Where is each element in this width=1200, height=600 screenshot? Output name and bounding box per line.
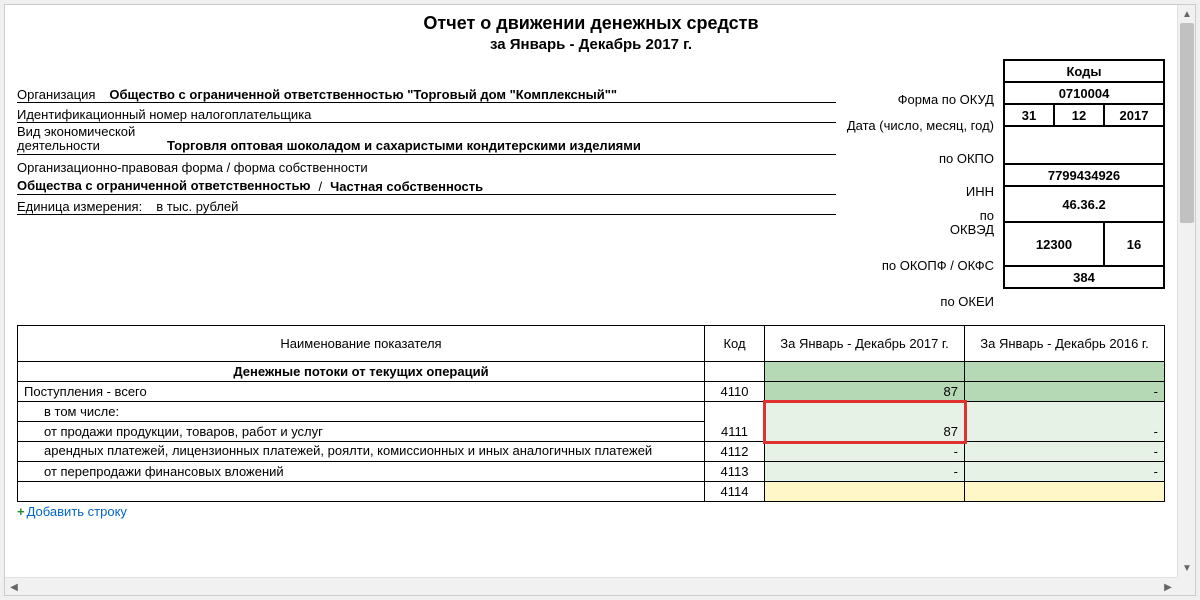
add-row-button[interactable]: +Добавить строку [17, 504, 1165, 519]
okfs-value: 16 [1104, 222, 1164, 266]
row-code: 4114 [705, 482, 765, 502]
table-row: арендных платежей, лицензионных платежей… [18, 442, 1165, 462]
col-name: Наименование показателя [18, 326, 705, 362]
inn-value: 7799434926 [1004, 164, 1164, 186]
row-name: в том числе: [18, 402, 705, 422]
unit-value: в тыс. рублей [156, 199, 238, 214]
date-day: 31 [1004, 104, 1054, 126]
codes-block: Форма по ОКУД Дата (число, месяц, год) п… [844, 59, 1165, 315]
vertical-scrollbar[interactable]: ▲ ▼ [1177, 5, 1195, 577]
plus-icon: + [17, 504, 25, 519]
col-code: Код [705, 326, 765, 362]
table-row: в том числе: 4111 87 - [18, 402, 1165, 422]
form-sep: / [311, 179, 331, 194]
scroll-down-icon[interactable]: ▼ [1178, 559, 1196, 577]
form-value-left: Общества с ограниченной ответственностью [17, 179, 311, 193]
inn-row-label: Идентификационный номер налогоплательщик… [17, 107, 325, 122]
date-year: 2017 [1104, 104, 1164, 126]
form-value-right: Частная собственность [330, 179, 483, 194]
inn-label: ИНН [846, 179, 995, 203]
document-content: Отчет о движении денежных средств за Янв… [5, 5, 1177, 577]
org-value: Общество с ограниченной ответственностью… [109, 87, 617, 102]
okud-value: 0710004 [1004, 82, 1164, 104]
section-row: Денежные потоки от текущих операций [18, 362, 1165, 382]
col-prev: За Январь - Декабрь 2016 г. [965, 326, 1165, 362]
okud-label: Форма по ОКУД [846, 87, 995, 111]
activity-value: Торговля оптовая шоколадом и сахаристыми… [167, 139, 641, 153]
date-month: 12 [1054, 104, 1104, 126]
date-label: Дата (число, месяц, год) [846, 113, 995, 137]
form-label: Организационно-правовая форма / форма со… [17, 160, 382, 175]
row-name: арендных платежей, лицензионных платежей… [18, 442, 705, 462]
okved-label: поОКВЭД [846, 205, 995, 241]
row-prev[interactable]: - [965, 382, 1165, 402]
row-name: Поступления - всего [18, 382, 705, 402]
row-cur[interactable]: 87 [765, 382, 965, 402]
okpo-label: по ОКПО [846, 139, 995, 177]
okopf-value: 12300 [1004, 222, 1104, 266]
horizontal-scrollbar[interactable]: ◀ ▶ [5, 577, 1177, 595]
okved-value: 46.36.2 [1004, 186, 1164, 222]
table-header-row: Наименование показателя Код За Январь - … [18, 326, 1165, 362]
codes-labels: Форма по ОКУД Дата (число, месяц, год) п… [844, 59, 1003, 315]
table-row: 4114 [18, 482, 1165, 502]
row-name: от перепродажи финансовых вложений [18, 462, 705, 482]
okpo-value [1004, 126, 1164, 164]
okopf-label: по ОКОПФ / ОКФС [846, 243, 995, 287]
okei-value: 384 [1004, 266, 1164, 288]
meta-left-block: Организация Общество с ограниченной отве… [17, 59, 836, 215]
data-table: Наименование показателя Код За Январь - … [17, 325, 1165, 502]
row-code: 4110 [705, 382, 765, 402]
col-cur: За Январь - Декабрь 2017 г. [765, 326, 965, 362]
activity-label: Вид экономической деятельности [17, 125, 167, 154]
row-name [18, 482, 705, 502]
row-code: 4113 [705, 462, 765, 482]
org-label: Организация [17, 87, 109, 102]
unit-label: Единица измерения: [17, 199, 156, 214]
document-viewport: Отчет о движении денежных средств за Янв… [4, 4, 1196, 596]
codes-box: Коды 0710004 31 12 2017 7799434926 46.36… [1003, 59, 1165, 289]
scroll-left-icon[interactable]: ◀ [5, 578, 23, 596]
report-subtitle: за Январь - Декабрь 2017 г. [17, 36, 1165, 53]
table-row: Поступления - всего 4110 87 - [18, 382, 1165, 402]
scrollbar-corner [1177, 577, 1195, 595]
row-cur[interactable]: - [765, 462, 965, 482]
scroll-thumb[interactable] [1180, 23, 1194, 223]
add-row-label: Добавить строку [27, 504, 127, 519]
table-row: от перепродажи финансовых вложений 4113 … [18, 462, 1165, 482]
okei-label: по ОКЕИ [846, 289, 995, 313]
row-code: 4112 [705, 442, 765, 462]
report-title: Отчет о движении денежных средств [17, 13, 1165, 34]
scroll-right-icon[interactable]: ▶ [1159, 578, 1177, 596]
row-prev[interactable]: - [965, 442, 1165, 462]
row-prev[interactable] [965, 482, 1165, 502]
row-code: 4111 [705, 402, 765, 442]
row-prev[interactable]: - [965, 462, 1165, 482]
codes-header: Коды [1004, 60, 1164, 82]
row-name: от продажи продукции, товаров, работ и у… [18, 422, 705, 442]
row-cur[interactable]: - [765, 442, 965, 462]
row-prev[interactable]: - [965, 402, 1165, 442]
section-title: Денежные потоки от текущих операций [18, 362, 705, 382]
row-cur[interactable] [765, 482, 965, 502]
row-cur-highlight[interactable]: 87 [765, 402, 965, 442]
scroll-up-icon[interactable]: ▲ [1178, 5, 1196, 23]
